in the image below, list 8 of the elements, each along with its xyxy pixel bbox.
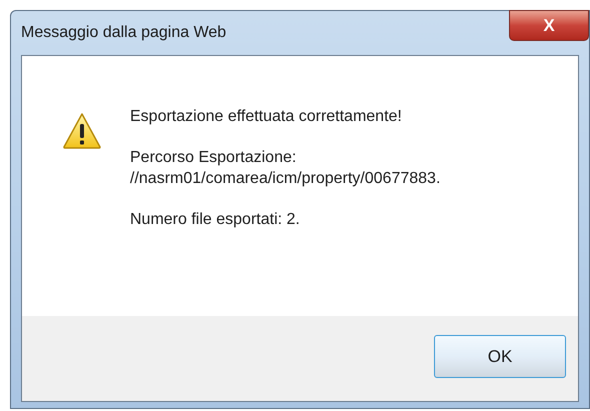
window-title: Messaggio dalla pagina Web <box>21 23 226 43</box>
message-text: Esportazione effettuata correttamente! <box>130 107 403 127</box>
ok-button[interactable]: OK <box>434 335 566 378</box>
warning-icon <box>63 113 101 149</box>
message-text: Percorso Esportazione: <box>130 148 298 168</box>
message-text: Numero file esportati: 2. <box>130 210 301 230</box>
message-text: //nasrm01/comarea/icm/property/00677883. <box>130 169 440 189</box>
close-button[interactable]: X <box>509 10 589 41</box>
